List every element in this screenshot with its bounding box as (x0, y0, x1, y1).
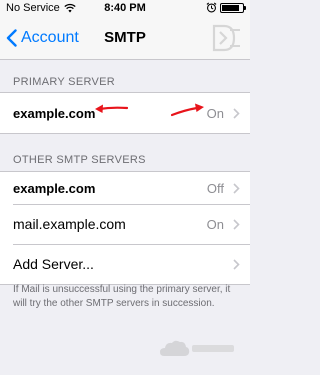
other-servers-group: example.com Off mail.example.com On Add … (0, 171, 250, 285)
cloud-logo-icon (160, 340, 234, 356)
primary-server-status: On (206, 105, 224, 121)
other-server-row[interactable]: mail.example.com On (0, 204, 250, 244)
footer-note: If Mail is unsuccessful using the primar… (13, 284, 231, 309)
section-header-primary: PRIMARY SERVER (13, 76, 116, 88)
other-server-status: On (206, 216, 224, 232)
navigation-bar: Account SMTP (0, 16, 250, 60)
watermark-logo (212, 24, 240, 52)
other-server-name: example.com (13, 180, 96, 196)
other-server-row[interactable]: example.com Off (0, 172, 250, 204)
primary-server-group: example.com On (0, 92, 250, 134)
status-bar: No Service 8:40 PM (0, 0, 250, 16)
chevron-right-icon (233, 218, 240, 230)
alarm-icon (206, 2, 217, 13)
chevron-right-icon (233, 182, 240, 194)
add-server-row[interactable]: Add Server... (0, 244, 250, 284)
primary-server-row[interactable]: example.com On (0, 93, 250, 133)
other-server-status: Off (206, 180, 224, 196)
battery-icon (220, 2, 246, 13)
add-server-label: Add Server... (13, 256, 94, 272)
battery-level (222, 4, 239, 11)
section-header-other: OTHER SMTP SERVERS (13, 154, 146, 166)
status-right (206, 2, 246, 13)
primary-server-name: example.com (13, 105, 96, 121)
chevron-right-icon (233, 107, 240, 119)
chevron-right-icon (233, 258, 240, 270)
other-server-name: mail.example.com (13, 216, 126, 232)
